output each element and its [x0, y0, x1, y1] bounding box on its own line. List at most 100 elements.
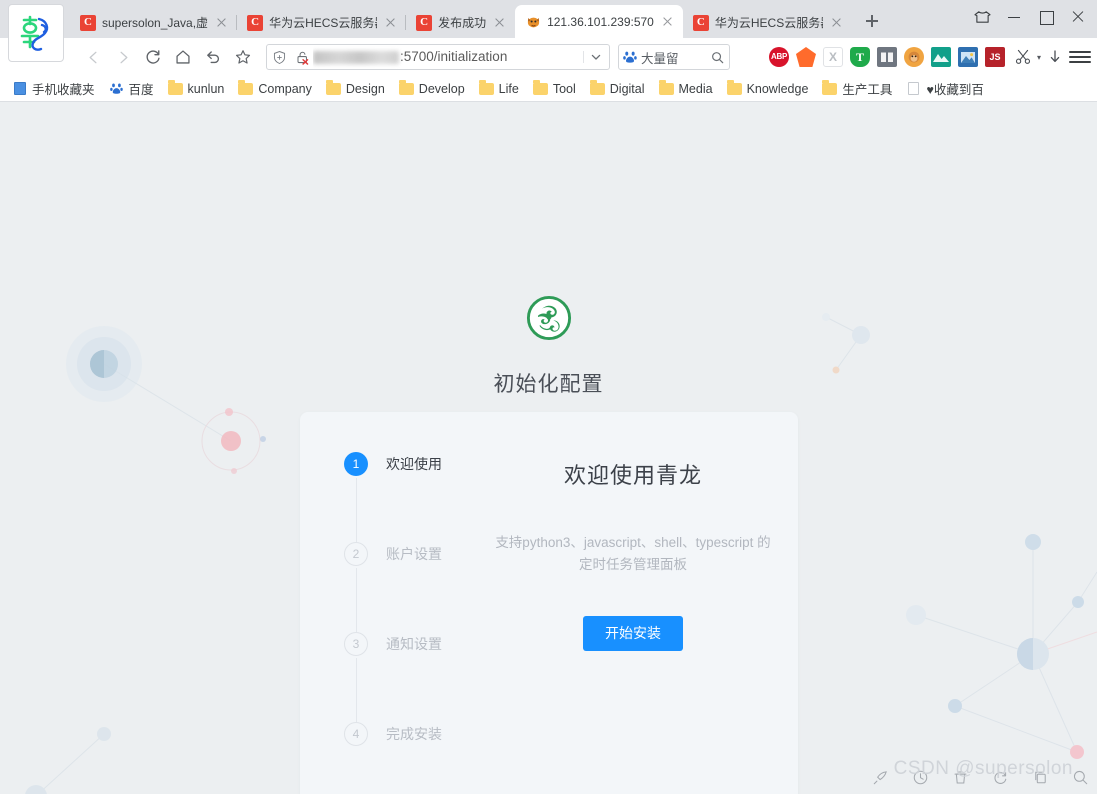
adblock-plus-icon[interactable]: ABP: [768, 47, 789, 67]
floating-tools: [871, 768, 1089, 786]
chrome-c-icon: C: [416, 14, 433, 31]
bookmark-folder[interactable]: Tool: [527, 79, 582, 98]
scissors-icon[interactable]: [1012, 46, 1034, 68]
orange-shield-icon[interactable]: [795, 47, 816, 67]
shirt-icon[interactable]: [967, 2, 997, 32]
step-connector: [355, 568, 357, 632]
step-number: 3: [344, 632, 368, 656]
bookmark-label: Media: [678, 81, 713, 96]
browser-tab-active[interactable]: 121.36.101.239:570: [515, 5, 683, 38]
maximize-button[interactable]: [1031, 2, 1061, 32]
close-window-button[interactable]: [1063, 2, 1093, 32]
bookmark-label: Develop: [418, 81, 465, 96]
browser-tab[interactable]: C supersolon_Java,虚: [70, 7, 238, 38]
home-button[interactable]: [168, 42, 198, 72]
undo-icon[interactable]: [198, 42, 228, 72]
menu-icon[interactable]: [1069, 48, 1091, 66]
browser-tab[interactable]: C 发布成功: [405, 7, 516, 38]
search-box[interactable]: 大量留: [617, 44, 730, 70]
bookmark-item[interactable]: ♥收藏到百: [900, 77, 989, 100]
step-label: 账户设置: [386, 546, 442, 562]
bookmark-folder[interactable]: 生产工具: [816, 77, 898, 100]
window-controls: [967, 0, 1093, 34]
start-install-button[interactable]: 开始安装: [583, 616, 683, 651]
bookmark-folder[interactable]: Knowledge: [721, 79, 815, 98]
refresh-icon[interactable]: [991, 768, 1009, 786]
minimize-button[interactable]: [999, 2, 1029, 32]
bookmark-folder[interactable]: Digital: [584, 79, 651, 98]
folder-icon: [478, 79, 494, 96]
step-connector: [355, 658, 357, 722]
step-list: 1 欢迎使用 2 账户设置 3 通知设置 4 完成安装: [344, 452, 494, 746]
bookmark-label: Design: [345, 81, 385, 96]
image-extension-icon[interactable]: [957, 47, 978, 67]
close-icon[interactable]: [214, 15, 229, 30]
browser-tab[interactable]: C 华为云HECS云服务器: [236, 7, 407, 38]
downloads-icon[interactable]: [1044, 46, 1066, 68]
browser-tab[interactable]: C 华为云HECS云服务器: [682, 7, 852, 38]
bookmark-folder[interactable]: Design: [320, 79, 391, 98]
bookmark-star-icon[interactable]: [228, 42, 258, 72]
step-item-notification[interactable]: 3 通知设置: [344, 632, 494, 722]
baidu-paw-icon: [109, 82, 124, 96]
step-item-account[interactable]: 2 账户设置: [344, 542, 494, 632]
address-bar-url[interactable]: :5700/initialization: [313, 45, 583, 69]
tab-title: 发布成功: [438, 15, 487, 30]
search-input[interactable]: 大量留: [641, 48, 707, 67]
folder-icon: [167, 79, 183, 96]
bookmark-folder[interactable]: Media: [653, 79, 719, 98]
tab-title: 华为云HECS云服务器: [714, 15, 823, 30]
bookmark-label: Digital: [609, 81, 645, 96]
new-tab-button[interactable]: [858, 7, 886, 35]
reload-button[interactable]: [138, 42, 168, 72]
close-icon[interactable]: [829, 15, 844, 30]
close-icon[interactable]: [660, 14, 675, 29]
close-icon[interactable]: [383, 15, 398, 30]
search-icon[interactable]: [1071, 768, 1089, 786]
close-icon[interactable]: [492, 15, 507, 30]
tab-title: 华为云HECS云服务器: [269, 15, 378, 30]
tampermonkey-t-icon[interactable]: T: [849, 47, 870, 67]
book-extension-icon[interactable]: [876, 47, 897, 67]
rocket-icon[interactable]: [871, 768, 889, 786]
trash-icon[interactable]: [951, 768, 969, 786]
folder-icon: [532, 79, 548, 96]
lock-broken-icon: [291, 50, 313, 65]
chevron-down-icon[interactable]: [582, 51, 609, 63]
mountain-extension-icon[interactable]: [930, 47, 951, 67]
step-item-finish[interactable]: 4 完成安装: [344, 722, 494, 746]
tab-list: C supersolon_Java,虚 C 华为云HECS云服务器 C 发布成功: [70, 0, 886, 38]
bookmark-folder[interactable]: kunlun: [162, 79, 231, 98]
monkey-extension-icon[interactable]: [903, 47, 924, 67]
back-button[interactable]: [78, 42, 108, 72]
tab-title: 121.36.101.239:570: [547, 14, 654, 29]
tiger-icon: [525, 14, 541, 30]
step-label: 欢迎使用: [386, 456, 442, 472]
address-bar[interactable]: :5700/initialization: [266, 44, 610, 70]
step-item-welcome[interactable]: 1 欢迎使用: [344, 452, 494, 542]
browser-window: C supersolon_Java,虚 C 华为云HECS云服务器 C 发布成功: [0, 0, 1097, 795]
page-content: 初始化配置 1 欢迎使用 2 账户设置 3 通知设置 4 完成安装 欢迎使用青龙…: [0, 102, 1097, 794]
bookmark-folder[interactable]: Life: [473, 79, 525, 98]
page-icon: [906, 82, 921, 96]
x-extension-icon[interactable]: X: [822, 47, 843, 67]
initialization-card: 1 欢迎使用 2 账户设置 3 通知设置 4 完成安装 欢迎使用青龙 支持pyt…: [300, 412, 798, 794]
bookmark-item[interactable]: 手机收藏夹: [6, 77, 101, 100]
js-extension-icon[interactable]: JS: [984, 47, 1005, 67]
tab-strip: C supersolon_Java,虚 C 华为云HECS云服务器 C 发布成功: [0, 0, 1097, 62]
apps-grid-icon[interactable]: [742, 47, 762, 67]
search-icon[interactable]: [707, 51, 729, 64]
bookmark-item[interactable]: 百度: [103, 77, 160, 100]
clock-icon[interactable]: [911, 768, 929, 786]
copy-icon[interactable]: [1031, 768, 1049, 786]
bookmark-folder[interactable]: Company: [232, 79, 318, 98]
browser-toolbar: :5700/initialization 大量留 ABP X T JS ▾: [0, 38, 1097, 76]
url-visible-text: :5700/initialization: [400, 49, 508, 64]
folder-icon: [822, 79, 838, 96]
page-title: 初始化配置: [493, 373, 604, 396]
forward-button[interactable]: [108, 42, 138, 72]
bookmark-label: 百度: [128, 83, 154, 97]
bookmark-label: 生产工具: [842, 83, 893, 97]
chevron-down-icon[interactable]: ▾: [1037, 53, 1041, 62]
bookmark-folder[interactable]: Develop: [393, 79, 471, 98]
